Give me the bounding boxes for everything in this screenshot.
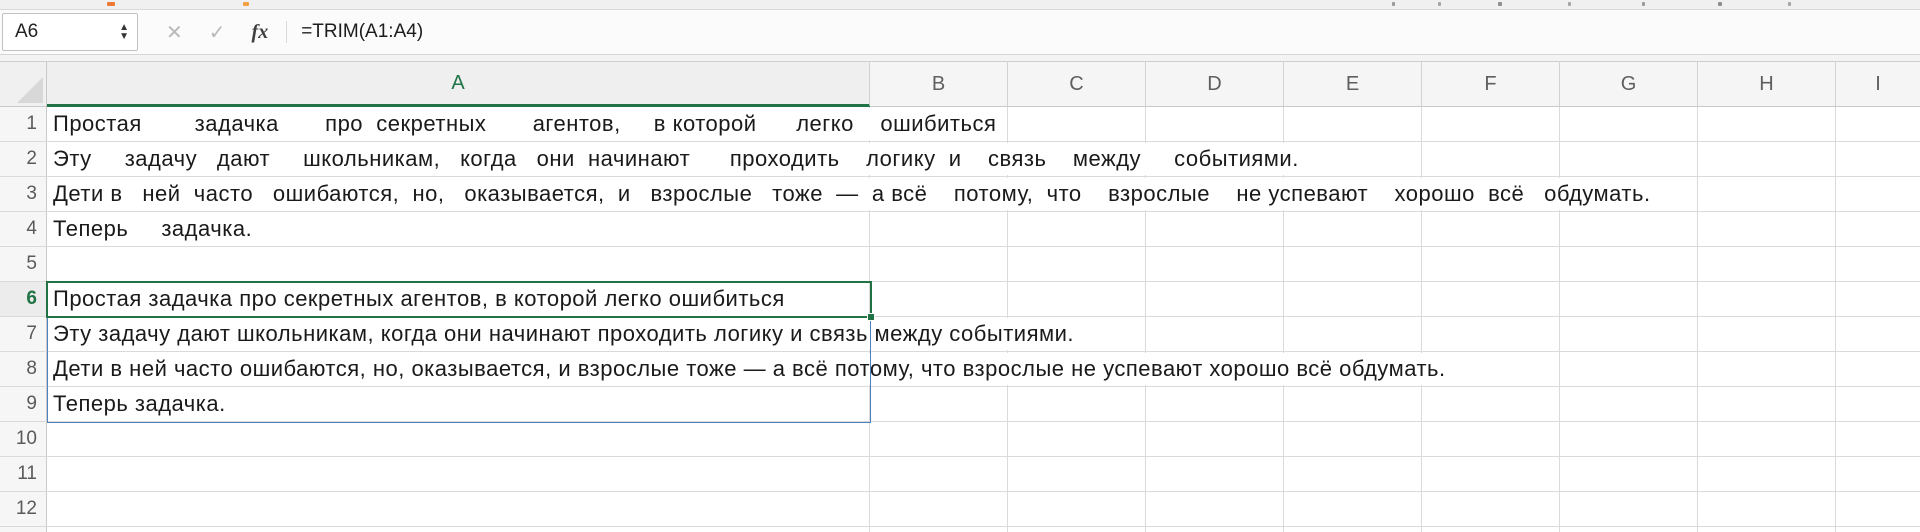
gridlines xyxy=(870,282,1920,316)
row-header-13[interactable]: 13 xyxy=(0,527,47,532)
column-header-h[interactable]: H xyxy=(1698,62,1836,107)
cell-A8-text: Дети в ней часто ошибаются, но, оказывае… xyxy=(48,353,1452,385)
row-header-6[interactable]: 6 xyxy=(0,282,47,316)
row-header-11[interactable]: 11 xyxy=(0,457,47,491)
grid-row-5: 5 xyxy=(0,247,1920,282)
cell-A2-text: Эту задачу дают школьникам, когда они на… xyxy=(48,143,1305,175)
formula-bar: A6 ▲ ▼ ✕ ✓ fx =TRIM(A1:A4) xyxy=(0,10,1920,55)
cell-A3-text: Дети в ней часто ошибаются, но, оказывае… xyxy=(48,178,1657,210)
row-header-3[interactable]: 3 xyxy=(0,177,47,211)
cell-A6-text: Простая задачка про секретных агентов, в… xyxy=(48,283,791,315)
column-header-i[interactable]: I xyxy=(1836,62,1920,107)
column-header-b[interactable]: B xyxy=(870,62,1008,107)
grid-row-12: 12 xyxy=(0,492,1920,527)
ribbon-fragment xyxy=(1498,2,1502,6)
row-header-5[interactable]: 5 xyxy=(0,247,47,281)
gridlines xyxy=(870,527,1920,532)
row-header-7[interactable]: 7 xyxy=(0,317,47,351)
grid-row-2: 2 Эту задачу дают школьникам, когда они … xyxy=(0,142,1920,177)
cell-A13[interactable] xyxy=(47,527,870,532)
gridlines xyxy=(870,457,1920,491)
gridlines xyxy=(870,387,1920,421)
grid-row-1: 1 Простая задачка про секретных агентов,… xyxy=(0,107,1920,142)
column-header-a[interactable]: A xyxy=(47,62,870,107)
grid-row-6: 6 Простая задачка про секретных агентов,… xyxy=(0,282,1920,317)
column-header-f[interactable]: F xyxy=(1422,62,1560,107)
cancel-icon[interactable]: ✕ xyxy=(166,20,183,45)
cell-A5[interactable] xyxy=(47,247,870,281)
header-spacer xyxy=(0,55,1920,62)
ribbon-fragment xyxy=(1718,2,1722,6)
gridlines xyxy=(870,247,1920,281)
row-header-8[interactable]: 8 xyxy=(0,352,47,386)
row-header-4[interactable]: 4 xyxy=(0,212,47,246)
ribbon-fragment xyxy=(107,2,115,6)
select-all-button[interactable] xyxy=(0,62,47,107)
grid-row-8: 8 Дети в ней часто ошибаются, но, оказыв… xyxy=(0,352,1920,387)
grid-row-3: 3 Дети в ней часто ошибаются, но, оказыв… xyxy=(0,177,1920,212)
ribbon-fragment xyxy=(243,2,249,6)
name-box-stepper[interactable]: ▲ ▼ xyxy=(119,23,129,41)
cell-reference: A6 xyxy=(15,21,38,43)
grid-row-4: 4 Теперь задачка. xyxy=(0,212,1920,247)
ribbon-fragment xyxy=(1438,2,1441,6)
cell-A7-text: Эту задачу дают школьникам, когда они на… xyxy=(48,318,1080,350)
grid-row-13: 13 xyxy=(0,527,1920,532)
ribbon-fragment xyxy=(1788,2,1791,6)
cell-A4-text: Теперь задачка. xyxy=(48,213,258,245)
row-header-10[interactable]: 10 xyxy=(0,422,47,456)
grid-row-10: 10 xyxy=(0,422,1920,457)
spreadsheet-grid: 1 Простая задачка про секретных агентов,… xyxy=(0,107,1920,532)
cell-A10[interactable] xyxy=(47,422,870,456)
row-header-12[interactable]: 12 xyxy=(0,492,47,526)
name-box[interactable]: A6 ▲ ▼ xyxy=(2,13,138,51)
column-header-row: A B C D E F G H I xyxy=(0,62,1920,107)
row-header-1[interactable]: 1 xyxy=(0,107,47,141)
grid-row-7: 7 Эту задачу дают школьникам, когда они … xyxy=(0,317,1920,352)
ribbon-fragment xyxy=(1392,2,1395,6)
insert-function-icon[interactable]: fx xyxy=(252,21,269,44)
confirm-icon[interactable]: ✓ xyxy=(209,20,226,45)
cell-A1-text: Простая задачка про секретных агентов, в… xyxy=(48,108,1002,140)
grid-row-11: 11 xyxy=(0,457,1920,492)
grid-row-9: 9 Теперь задачка. xyxy=(0,387,1920,422)
row-header-2[interactable]: 2 xyxy=(0,142,47,176)
gridlines xyxy=(870,212,1920,246)
stepper-down-icon[interactable]: ▼ xyxy=(119,32,129,41)
cell-A11[interactable] xyxy=(47,457,870,491)
ribbon-fragment xyxy=(1642,2,1645,6)
column-header-c[interactable]: C xyxy=(1008,62,1146,107)
formula-input[interactable]: =TRIM(A1:A4) xyxy=(287,21,1920,43)
select-all-icon xyxy=(17,77,43,103)
cell-A9-text: Теперь задачка. xyxy=(48,388,232,420)
cell-A12[interactable] xyxy=(47,492,870,526)
column-header-d[interactable]: D xyxy=(1146,62,1284,107)
gridlines xyxy=(870,107,1920,141)
gridlines xyxy=(870,422,1920,456)
ribbon-cropped-edge xyxy=(0,0,1920,10)
gridlines xyxy=(870,492,1920,526)
row-header-9[interactable]: 9 xyxy=(0,387,47,421)
column-header-g[interactable]: G xyxy=(1560,62,1698,107)
column-header-e[interactable]: E xyxy=(1284,62,1422,107)
ribbon-fragment xyxy=(1568,2,1571,6)
